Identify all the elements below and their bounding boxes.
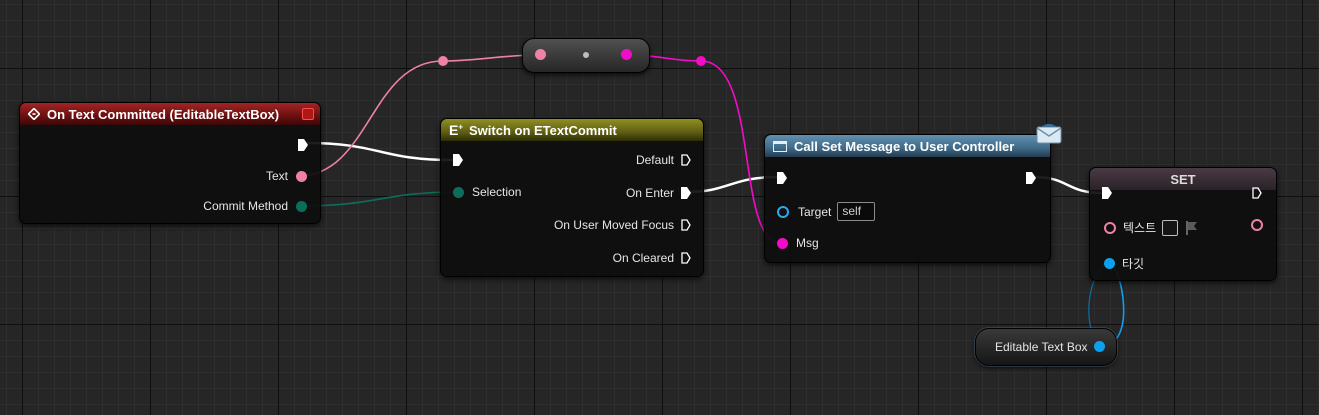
event-pin-commit-method-label: Commit Method <box>203 199 288 213</box>
switch-pin-on-user-moved-focus-label: On User Moved Focus <box>553 218 674 232</box>
set-node-title: SET <box>1170 171 1196 187</box>
exec-in-pin[interactable] <box>1102 187 1112 199</box>
switch-pin-on-user-moved-focus-row[interactable]: On User Moved Focus <box>554 218 691 232</box>
event-node-title: On Text Committed (EditableTextBox) <box>47 106 280 122</box>
call-pin-target-label: Target <box>798 204 832 219</box>
close-icon[interactable] <box>302 108 314 120</box>
exec-out-on-user-moved-focus-pin[interactable] <box>681 219 691 231</box>
reroute-center-dot <box>583 52 589 58</box>
call-node-title: Call Set Message to User Controller <box>794 138 1015 154</box>
switch-node-title: Switch on ETextCommit <box>469 122 617 138</box>
set-exec-in[interactable] <box>1102 187 1112 199</box>
call-node-set-message[interactable]: Call Set Message to User Controller Targ… <box>764 123 1062 263</box>
event-pin-commit-method[interactable] <box>296 200 307 212</box>
event-pin-text-row[interactable]: Text <box>266 169 307 183</box>
switch-pin-selection-label: Selection <box>472 185 522 199</box>
call-exec-in[interactable] <box>777 172 787 184</box>
switch-exec-in[interactable] <box>453 154 463 166</box>
set-node-header[interactable]: SET <box>1090 168 1276 190</box>
switch-node-header[interactable]: E+ Switch on ETextCommit <box>441 119 703 141</box>
switch-pin-default-label: Default <box>635 153 674 167</box>
function-icon <box>773 140 787 152</box>
pin-flag-icon[interactable] <box>1186 220 1198 235</box>
set-pin-text-label: 텍스트 <box>1123 221 1157 235</box>
set-node[interactable]: SET 텍스트 타깃 <box>1089 167 1277 281</box>
switch-pin-selection-row[interactable]: Selection <box>453 185 521 199</box>
exec-out-pin[interactable] <box>1026 172 1036 184</box>
event-diamond-icon <box>27 107 41 121</box>
message-envelope-icon <box>1036 123 1062 144</box>
call-pin-target[interactable] <box>777 205 789 218</box>
reroute-input-pin[interactable] <box>535 49 546 60</box>
call-pin-msg[interactable] <box>777 237 788 249</box>
set-pin-target-row[interactable]: 타깃 <box>1104 255 1144 272</box>
exec-in-pin[interactable] <box>453 154 463 166</box>
set-pin-text-out[interactable] <box>1251 219 1263 231</box>
call-pin-msg-row[interactable]: Msg <box>777 236 819 250</box>
set-pin-target-label: 타깃 <box>1122 257 1145 271</box>
set-pin-text-row[interactable]: 텍스트 <box>1104 219 1198 236</box>
event-pin-text[interactable] <box>296 170 307 182</box>
event-node-header[interactable]: On Text Committed (EditableTextBox) <box>20 103 320 125</box>
switch-pin-on-enter-label: On Enter <box>625 186 674 200</box>
set-pin-target[interactable] <box>1104 258 1115 269</box>
call-pin-msg-label: Msg <box>796 236 819 250</box>
getter-node-editable-text-box[interactable]: Editable Text Box <box>975 328 1117 366</box>
call-pin-target-row[interactable]: Target self <box>777 202 876 221</box>
exec-out-pin[interactable] <box>1252 187 1262 199</box>
exec-out-on-cleared-pin[interactable] <box>681 252 691 264</box>
set-pin-text[interactable] <box>1104 221 1116 234</box>
set-pin-text-checkbox[interactable] <box>1162 219 1179 236</box>
call-node-header[interactable]: Call Set Message to User Controller <box>765 135 1050 157</box>
exec-out-default-pin[interactable] <box>681 154 691 166</box>
call-exec-out[interactable] <box>1026 172 1036 184</box>
event-exec-out[interactable] <box>298 139 308 151</box>
getter-node-label: Editable Text Box <box>995 340 1088 354</box>
getter-output-pin[interactable] <box>1094 341 1105 352</box>
switch-pin-on-cleared-label: On Cleared <box>612 251 674 265</box>
switch-pin-default-row[interactable]: Default <box>636 153 691 167</box>
switch-pin-on-enter-row[interactable]: On Enter <box>626 186 691 200</box>
event-pin-text-label: Text <box>265 169 288 183</box>
set-pin-text-out-row[interactable] <box>1251 219 1263 231</box>
event-node-on-text-committed[interactable]: On Text Committed (EditableTextBox) Text… <box>19 102 321 224</box>
switch-pin-on-cleared-row[interactable]: On Cleared <box>613 251 691 265</box>
call-pin-target-value[interactable]: self <box>837 202 876 221</box>
reroute-output-pin[interactable] <box>621 49 632 60</box>
exec-out-on-enter-pin[interactable] <box>681 187 691 199</box>
switch-pin-selection[interactable] <box>453 186 464 198</box>
exec-in-pin[interactable] <box>777 172 787 184</box>
set-exec-out[interactable] <box>1252 187 1262 199</box>
enum-switch-icon: E+ <box>449 122 464 138</box>
reroute-node[interactable] <box>522 38 650 73</box>
switch-node-etextcommit[interactable]: E+ Switch on ETextCommit Selection Defau… <box>440 118 704 277</box>
exec-out-pin[interactable] <box>298 139 308 151</box>
event-pin-commit-method-row[interactable]: Commit Method <box>203 199 307 213</box>
